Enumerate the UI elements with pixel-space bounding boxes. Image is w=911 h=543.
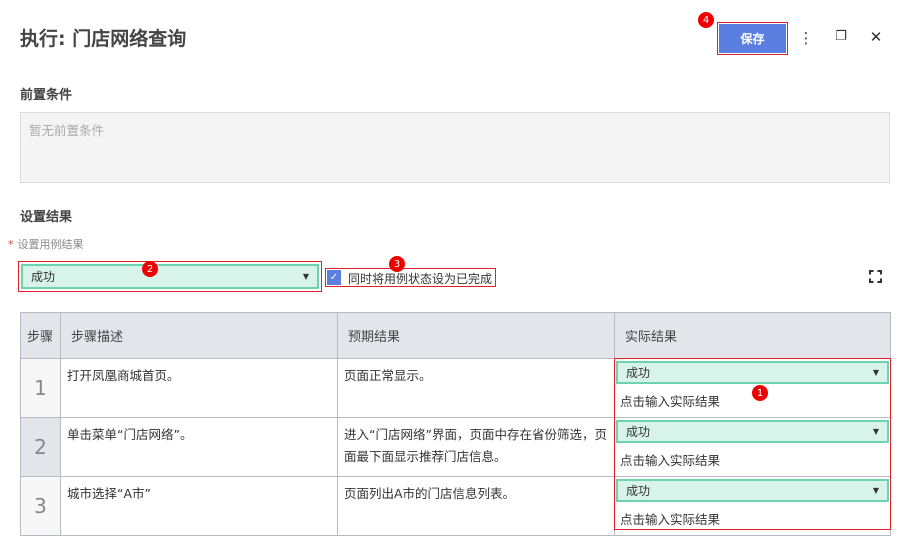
step-description: 打开凤凰商城首页。 — [60, 358, 338, 418]
step-number: 1 — [20, 358, 61, 418]
precondition-field[interactable]: 暂无前置条件 — [20, 112, 890, 183]
table-row: 2 单击菜单“门店网络”。 进入“门店网络”界面，页面中存在省份筛选，页面最下面… — [20, 417, 891, 477]
annotation-badge-2: 2 — [142, 261, 158, 277]
save-button[interactable]: 保存 — [717, 22, 788, 55]
step-result-select[interactable]: 成功 ▼ — [616, 420, 889, 443]
required-mark: * — [8, 238, 14, 251]
result-field-label: * 设置用例结果 — [8, 236, 84, 252]
annotation-badge-1: 1 — [752, 385, 768, 401]
steps-table: 步骤 步骤描述 预期结果 实际结果 1 打开凤凰商城首页。 页面正常显示。 成功… — [20, 312, 891, 536]
chevron-down-icon: ▼ — [872, 427, 879, 436]
step-result-select[interactable]: 成功 ▼ — [616, 479, 889, 502]
col-header-actual: 实际结果 — [614, 312, 891, 359]
actual-result-cell: 成功 ▼ 点击输入实际结果 — [614, 476, 891, 536]
step-result-value: 成功 — [626, 366, 651, 380]
step-number: 3 — [20, 476, 61, 536]
col-header-expected: 预期结果 — [337, 312, 615, 359]
chevron-down-icon: ▼ — [872, 486, 879, 495]
table-row: 3 城市选择“A市” 页面列出A市的门店信息列表。 成功 ▼ 点击输入实际结果 — [20, 476, 891, 536]
step-description: 城市选择“A市” — [60, 476, 338, 536]
chevron-down-icon: ▼ — [872, 368, 879, 377]
expected-result: 页面正常显示。 — [337, 358, 615, 418]
step-result-select[interactable]: 成功 ▼ — [616, 361, 889, 384]
step-result-value: 成功 — [626, 484, 651, 498]
col-header-desc: 步骤描述 — [60, 312, 338, 359]
page-title: 执行: 门店网络查询 — [20, 28, 187, 50]
actual-result-input[interactable]: 点击输入实际结果 — [616, 444, 889, 475]
expected-result: 进入“门店网络”界面，页面中存在省份筛选，页面最下面显示推荐门店信息。 — [337, 417, 615, 477]
step-number: 2 — [20, 417, 61, 477]
expected-result: 页面列出A市的门店信息列表。 — [337, 476, 615, 536]
step-result-value: 成功 — [626, 425, 651, 439]
case-result-value: 成功 — [31, 270, 56, 284]
field-label-text: 设置用例结果 — [17, 238, 84, 251]
precondition-heading: 前置条件 — [20, 88, 73, 103]
actual-result-cell: 成功 ▼ 点击输入实际结果 — [614, 417, 891, 477]
step-description: 单击菜单“门店网络”。 — [60, 417, 338, 477]
chevron-down-icon: ▼ — [302, 272, 309, 281]
close-icon[interactable]: ✕ — [868, 28, 884, 46]
fullscreen-icon[interactable] — [869, 270, 882, 283]
annotation-badge-3: 3 — [389, 256, 405, 272]
result-heading: 设置结果 — [20, 210, 73, 225]
col-header-step: 步骤 — [20, 312, 61, 359]
case-result-select[interactable]: 成功 ▼ — [21, 264, 319, 289]
restore-icon[interactable]: ❐ — [833, 29, 849, 44]
actual-result-input[interactable]: 点击输入实际结果 — [616, 503, 889, 534]
annotation-badge-4: 4 — [698, 12, 714, 28]
complete-status-checkbox[interactable]: ✓ — [327, 270, 341, 285]
checkbox-label[interactable]: 同时将用例状态设为已完成 — [348, 270, 492, 287]
more-icon[interactable]: ⋮ — [798, 29, 814, 47]
